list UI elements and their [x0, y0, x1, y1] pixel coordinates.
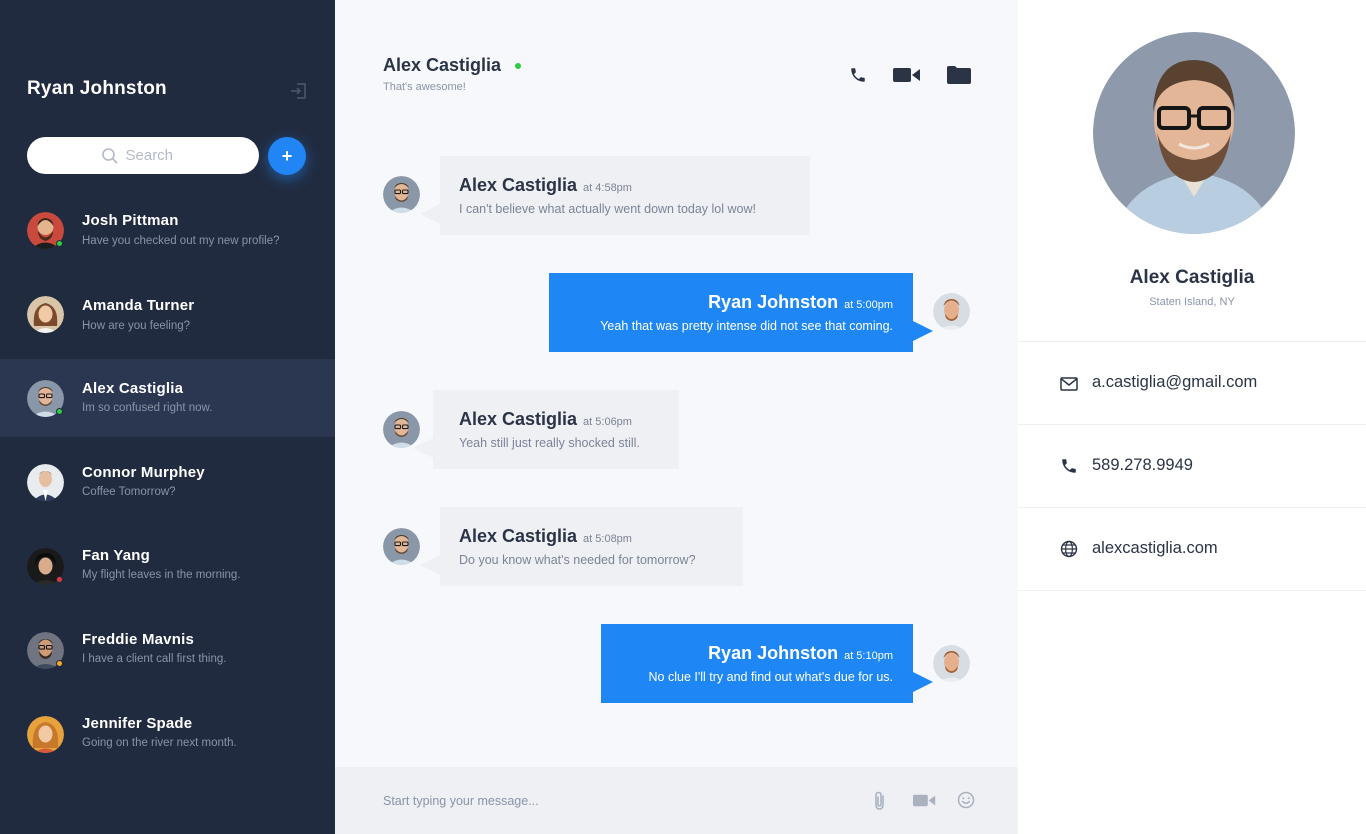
message-avatar — [383, 176, 420, 213]
contact-item-fan-yang[interactable]: Fan Yang My flight leaves in the morning… — [0, 527, 335, 605]
contact-name: Jennifer Spade — [82, 715, 193, 732]
message-bubble: Ryan Johnston at 5:10pm No clue I'll try … — [601, 624, 933, 703]
message-input[interactable] — [383, 789, 843, 813]
message-bubble: Alex Castiglia at 5:06pm Yeah still just … — [413, 390, 679, 469]
contact-name: Amanda Turner — [82, 297, 195, 314]
profile-photo — [1093, 32, 1295, 234]
profile-website[interactable]: alexcastiglia.com — [1092, 539, 1218, 558]
message-text: I can't believe what actually went down … — [459, 202, 756, 216]
message-text: Do you know what's needed for tomorrow? — [459, 553, 696, 567]
profile-name: Alex Castiglia — [1129, 267, 1255, 288]
contact-name: Freddie Mavnis — [82, 631, 194, 648]
video-camera-icon[interactable] — [893, 66, 921, 84]
chat-contact-name: Alex Castiglia — [383, 55, 502, 75]
bubble-tail — [413, 438, 433, 458]
contact-preview: Have you checked out my new profile? — [82, 235, 280, 247]
message-composer — [335, 767, 1018, 834]
contact-preview: I have a client call first thing. — [82, 653, 227, 665]
online-indicator — [515, 63, 521, 69]
message-bubble: Ryan Johnston at 5:00pm Yeah that was pre… — [549, 273, 933, 352]
profile-phone[interactable]: 589.278.9949 — [1092, 456, 1193, 475]
message-text: No clue I'll try and find out what's due… — [648, 670, 893, 684]
message-time: at 5:06pm — [583, 416, 632, 428]
add-contact-button[interactable]: + — [268, 137, 306, 175]
message-sender: Alex Castiglia — [459, 409, 578, 429]
profile-email-row[interactable]: a.castiglia@gmail.com — [1018, 341, 1366, 424]
logout-icon[interactable] — [289, 82, 307, 100]
contact-item-jennifer-spade[interactable]: Jennifer Spade Going on the river next m… — [0, 695, 335, 773]
message-text: Yeah still just really shocked still. — [459, 436, 640, 450]
profile-location: Staten Island, NY — [1149, 296, 1235, 308]
paperclip-icon[interactable] — [872, 791, 888, 811]
message-sender: Ryan Johnston — [708, 643, 839, 663]
contact-item-josh-pittman[interactable]: Josh Pittman Have you checked out my new… — [0, 191, 335, 269]
phone-icon — [1062, 459, 1076, 473]
smiley-icon[interactable] — [957, 791, 975, 809]
message-time: at 5:00pm — [844, 299, 893, 311]
contact-item-amanda-turner[interactable]: Amanda Turner How are you feeling? — [0, 275, 335, 353]
status-dot — [56, 576, 63, 583]
chat-panel: Alex Castiglia That's awesome! Alex Cast… — [335, 0, 1018, 834]
search-icon — [101, 147, 118, 164]
contact-name: Josh Pittman — [82, 212, 179, 229]
message-avatar — [933, 645, 970, 682]
profile-website-row[interactable]: alexcastiglia.com — [1018, 507, 1366, 590]
globe-icon — [1060, 540, 1078, 558]
phone-icon[interactable] — [849, 66, 867, 84]
status-dot — [56, 660, 63, 667]
chat-contact-status: That's awesome! — [383, 81, 466, 93]
bubble-tail — [913, 672, 933, 692]
avatar — [27, 464, 64, 501]
message-time: at 5:10pm — [844, 650, 893, 662]
message-text: Yeah that was pretty intense did not see… — [600, 319, 893, 333]
contact-item-freddie-mavnis[interactable]: Freddie Mavnis I have a client call firs… — [0, 611, 335, 689]
contact-preview: My flight leaves in the morning. — [82, 569, 241, 581]
avatar — [27, 296, 64, 333]
bubble-tail — [420, 555, 440, 575]
search-input[interactable] — [125, 147, 186, 164]
message-time: at 5:08pm — [583, 533, 632, 545]
profile-panel: Alex Castiglia Staten Island, NY a.casti… — [1018, 0, 1366, 834]
contact-item-connor-murphey[interactable]: Connor Murphey Coffee Tomorrow? — [0, 443, 335, 521]
mail-icon — [1060, 377, 1078, 391]
status-dot — [56, 408, 63, 415]
message-bubble: Alex Castiglia at 4:58pm I can't believe … — [420, 156, 810, 235]
message-time: at 4:58pm — [583, 182, 632, 194]
bubble-tail — [913, 321, 933, 341]
contact-name: Fan Yang — [82, 547, 151, 564]
status-dot — [56, 240, 63, 247]
search-box[interactable] — [27, 137, 259, 174]
contact-preview: How are you feeling? — [82, 320, 191, 332]
avatar — [27, 716, 64, 753]
message-avatar — [383, 528, 420, 565]
message-avatar — [933, 293, 970, 330]
contact-item-alex-castiglia[interactable]: Alex Castiglia Im so confused right now. — [0, 359, 335, 437]
contact-preview: Im so confused right now. — [82, 402, 213, 414]
current-user-name: Ryan Johnston — [27, 78, 167, 99]
contact-name: Connor Murphey — [82, 464, 205, 481]
folder-icon[interactable] — [947, 66, 971, 84]
sidebar: Ryan Johnston + Josh Pittman Have you ch… — [0, 0, 335, 834]
video-camera-icon[interactable] — [913, 793, 936, 808]
message-sender: Ryan Johnston — [708, 292, 839, 312]
message-bubble: Alex Castiglia at 5:08pm Do you know what… — [420, 507, 743, 586]
profile-phone-row[interactable]: 589.278.9949 — [1018, 424, 1366, 507]
message-sender: Alex Castiglia — [459, 175, 578, 195]
contact-name: Alex Castiglia — [82, 380, 184, 397]
contact-preview: Coffee Tomorrow? — [82, 486, 176, 498]
bubble-tail — [420, 204, 440, 224]
divider — [1018, 590, 1366, 591]
contact-preview: Going on the river next month. — [82, 737, 237, 749]
message-sender: Alex Castiglia — [459, 526, 578, 546]
profile-email[interactable]: a.castiglia@gmail.com — [1092, 373, 1257, 392]
